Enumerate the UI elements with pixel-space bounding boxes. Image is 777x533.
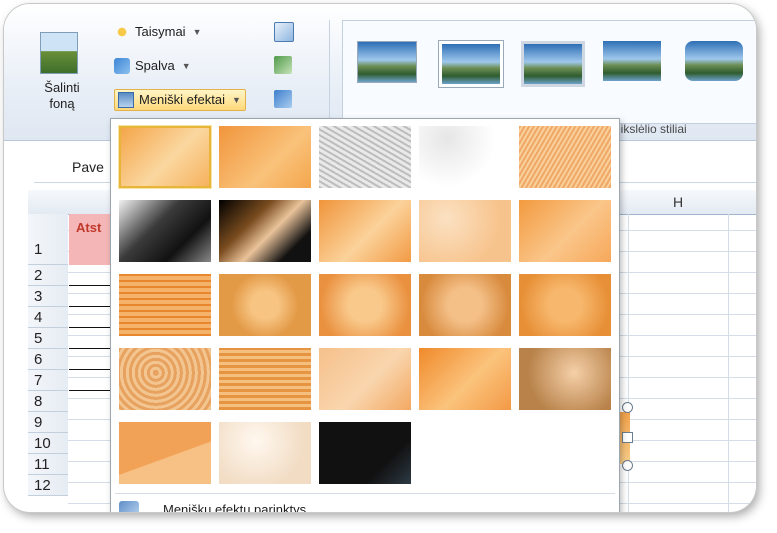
artistic-effects-icon bbox=[118, 92, 134, 108]
row-header[interactable]: 1 bbox=[28, 214, 68, 265]
chevron-down-icon: ▼ bbox=[192, 27, 202, 37]
effect-tile-pastels-smooth[interactable] bbox=[419, 348, 511, 410]
artistic-effects-dropdown: Meniškų efektų parinktys... bbox=[110, 118, 620, 512]
resize-handle[interactable] bbox=[622, 460, 633, 471]
effect-tile-glow-edges[interactable] bbox=[319, 422, 411, 484]
row-header[interactable]: 5 bbox=[28, 328, 68, 349]
chevron-down-icon: ▼ bbox=[231, 95, 241, 105]
effect-tile-plastic-wrap[interactable] bbox=[519, 348, 611, 410]
reset-picture-icon[interactable] bbox=[274, 90, 292, 108]
sun-icon bbox=[114, 24, 130, 40]
effect-tile-blur[interactable] bbox=[519, 200, 611, 262]
artistic-effects-label: Meniški efektai bbox=[139, 92, 225, 107]
effect-tile-mosaic-bubbles[interactable] bbox=[419, 274, 511, 336]
effect-tile-pencil-sketch[interactable] bbox=[419, 126, 511, 188]
picture-style-thumb[interactable] bbox=[357, 41, 417, 83]
remove-background-icon[interactable] bbox=[40, 32, 78, 74]
resize-handle[interactable] bbox=[622, 432, 633, 443]
ribbon-separator bbox=[329, 20, 330, 128]
row-header[interactable]: 10 bbox=[28, 433, 68, 454]
row-header[interactable]: 3 bbox=[28, 286, 68, 307]
effect-tile-film-grain[interactable] bbox=[319, 274, 411, 336]
effect-tile-glass[interactable] bbox=[519, 274, 611, 336]
effect-tile-cement[interactable] bbox=[119, 348, 211, 410]
row-header[interactable]: 6 bbox=[28, 349, 68, 370]
picture-style-thumb[interactable] bbox=[685, 41, 743, 81]
picture-style-thumb[interactable] bbox=[439, 41, 503, 87]
effect-tile-crisscross-etching[interactable] bbox=[319, 348, 411, 410]
remove-background-button[interactable]: Šalinti foną bbox=[34, 80, 90, 112]
row-header[interactable]: 2 bbox=[28, 265, 68, 286]
column-header-h[interactable]: H bbox=[673, 190, 683, 214]
effect-tile-photocopy[interactable] bbox=[219, 422, 311, 484]
effect-tile-paint-strokes[interactable] bbox=[219, 200, 311, 262]
artistic-effects-options-label: Meniškų efektų parinktys... bbox=[163, 502, 317, 512]
effect-tile-none[interactable] bbox=[119, 126, 211, 188]
remove-background-label-2: foną bbox=[49, 96, 75, 111]
effect-tile-chalk-sketch[interactable] bbox=[119, 200, 211, 262]
corrections-button[interactable]: Taisymai ▼ bbox=[114, 22, 202, 42]
effect-tile-pencil-grayscale[interactable] bbox=[319, 126, 411, 188]
row-header[interactable]: 4 bbox=[28, 307, 68, 328]
picture-style-thumb[interactable] bbox=[603, 41, 661, 81]
effect-tile-texturizer[interactable] bbox=[219, 348, 311, 410]
artistic-effects-button[interactable]: Meniški efektai ▼ bbox=[114, 89, 246, 111]
change-picture-icon[interactable] bbox=[274, 56, 292, 74]
effect-tile-marker[interactable] bbox=[219, 126, 311, 188]
picture-styles-gallery bbox=[342, 20, 756, 124]
dropdown-separator bbox=[115, 493, 615, 494]
effect-tile-line-drawing[interactable] bbox=[519, 126, 611, 188]
remove-background-label-1: Šalinti bbox=[44, 80, 80, 95]
effect-tile-cutout[interactable] bbox=[119, 422, 211, 484]
options-icon bbox=[119, 501, 139, 512]
corrections-label: Taisymai bbox=[135, 24, 186, 39]
row-header[interactable]: 8 bbox=[28, 391, 68, 412]
header-cell-text: Atst bbox=[76, 220, 102, 235]
artistic-effects-options-item[interactable]: Meniškų efektų parinktys... bbox=[115, 497, 615, 512]
chevron-down-icon: ▼ bbox=[181, 61, 191, 71]
row-header[interactable]: 12 bbox=[28, 475, 68, 496]
effect-tile-watercolor-sponge[interactable] bbox=[219, 274, 311, 336]
picture-style-thumb[interactable] bbox=[521, 41, 585, 87]
color-icon bbox=[114, 58, 130, 74]
effect-tile-light-screen[interactable] bbox=[119, 274, 211, 336]
row-header[interactable]: 7 bbox=[28, 370, 68, 391]
picture-styles-group-label: eikslėlio stiliai bbox=[614, 122, 687, 136]
color-button[interactable]: Spalva ▼ bbox=[114, 56, 191, 76]
effect-tile-glow-diffused[interactable] bbox=[419, 200, 511, 262]
window-frame: Šalinti foną Taisymai ▼ Spalva ▼ Meniški… bbox=[4, 4, 756, 512]
row-header[interactable]: 9 bbox=[28, 412, 68, 433]
color-label: Spalva bbox=[135, 58, 175, 73]
effect-tile-paint-brush[interactable] bbox=[319, 200, 411, 262]
row-header[interactable]: 11 bbox=[28, 454, 68, 475]
compress-pictures-icon[interactable] bbox=[274, 22, 294, 42]
resize-handle[interactable] bbox=[622, 402, 633, 413]
